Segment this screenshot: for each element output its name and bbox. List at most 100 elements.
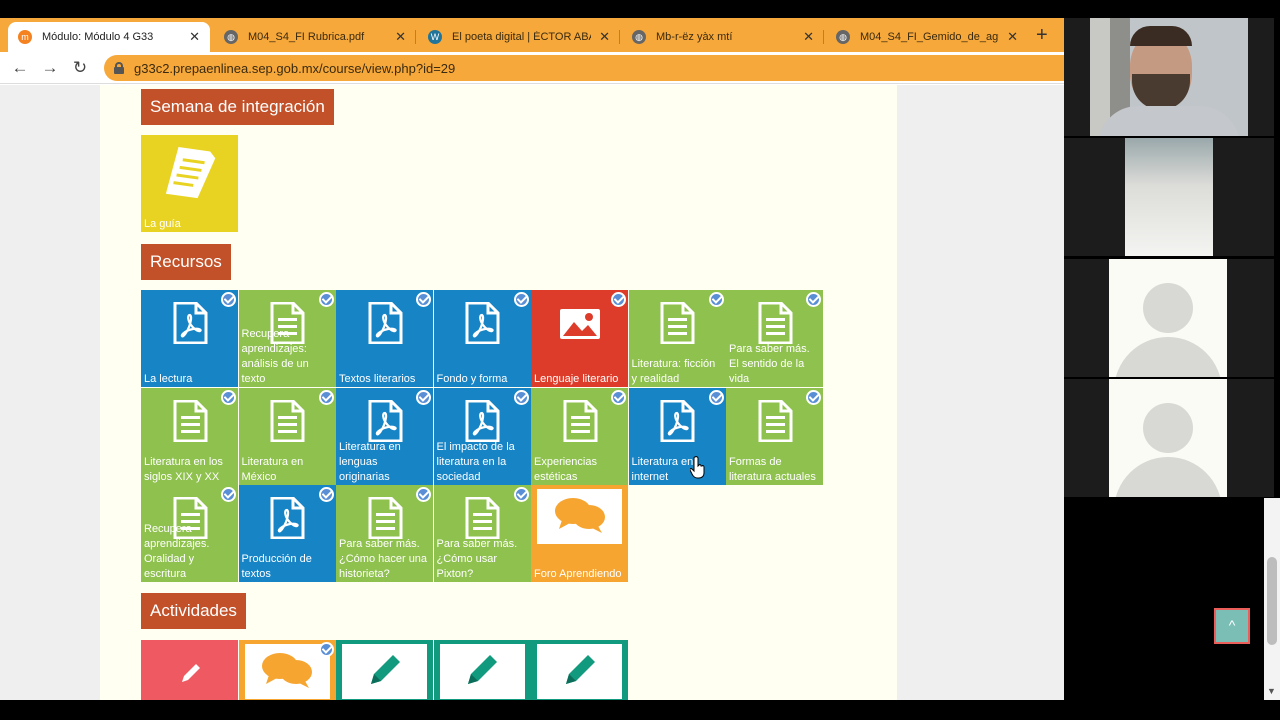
tile-label: Literatura en lenguas originarias [339,440,401,483]
resource-tile[interactable]: Recupera aprendizajes: análisis de un te… [238,290,336,387]
resource-tile[interactable]: Recupera aprendizajes. Oralidad y escrit… [141,485,238,582]
scroll-down-arrow-icon[interactable]: ▼ [1267,686,1276,696]
completed-check-icon[interactable] [708,292,724,307]
resource-tile[interactable]: Producción de textos [238,485,336,582]
guide-icon [161,143,219,210]
pencil-icon [560,650,600,695]
tile-label: Foro Aprendiendo [534,568,622,580]
resource-tile[interactable]: El impacto de la literatura en la socied… [433,387,531,485]
participant-camera [1125,138,1213,256]
avatar [1109,259,1227,377]
completed-check-icon[interactable] [318,642,334,657]
resource-tile[interactable]: Para saber más. ¿Cómo hacer una historie… [336,485,433,582]
avatar [1109,379,1227,497]
course-page: Semana de integración Recursos Actividad… [0,85,1064,700]
pdf-icon [269,496,305,544]
completed-check-icon[interactable] [221,487,236,502]
completed-check-icon[interactable] [318,389,334,405]
tile-la-guia[interactable]: La guía [141,135,238,232]
section-title-recursos: Recursos [141,244,231,280]
tile-label: Producción de textos [241,553,312,580]
close-tab-icon[interactable]: ✕ [395,29,406,45]
completed-check-icon[interactable] [806,292,821,307]
pdf-icon [659,399,695,447]
reload-button[interactable]: ↻ [69,57,91,79]
resource-tile[interactable]: Formas de literatura actuales [726,387,823,485]
resource-tile[interactable]: Literatura en México [238,387,336,485]
close-tab-icon[interactable]: ✕ [599,29,610,45]
tile-label: Fondo y forma [436,373,508,385]
pencil-icon [365,650,405,695]
scrollbar-thumb[interactable] [1267,557,1277,645]
tile-label: La lectura [144,373,193,385]
completed-check-icon[interactable] [416,389,431,405]
activity-tile[interactable]: Foro de [238,640,336,700]
completed-check-icon[interactable] [318,487,334,502]
completed-check-icon[interactable] [221,292,236,307]
resource-tile[interactable]: Literatura en los siglos XIX y XX [141,387,238,485]
forward-button[interactable]: → [39,57,61,79]
resource-tile[interactable]: Foro Aprendiendo [531,485,628,582]
url-field[interactable]: g33c2.prepaenlinea.sep.gob.mx/course/vie… [104,55,1064,81]
hand-cursor-icon [690,456,705,479]
resource-tile[interactable]: Experiencias estéticas [531,387,628,485]
close-tab-icon[interactable]: ✕ [189,29,200,45]
new-tab-button[interactable]: + [1036,22,1048,48]
resource-tile[interactable]: Lenguaje literario [531,290,628,387]
activity-tile[interactable]: Actividad [336,640,433,700]
participant-video-3 [1064,259,1274,377]
completed-check-icon[interactable] [611,292,626,307]
lock-icon [114,62,124,74]
tab-modulo[interactable]: m Módulo: Módulo 4 G33 ✕ [8,22,210,52]
completed-check-icon[interactable] [416,487,431,502]
tile-label: Literatura: ficción y realidad [631,358,716,385]
activity-tile[interactable] [531,640,628,700]
document-icon [269,399,305,447]
activity-tile[interactable]: Actividad formativa 8 [433,640,531,700]
section-title-integracion: Semana de integración [141,89,334,125]
completed-check-icon[interactable] [708,389,724,405]
participant-video-1 [1064,18,1274,136]
resource-tile[interactable]: Literatura en lenguas originarias [336,387,433,485]
wordpress-icon: W [428,30,442,44]
resource-tile[interactable]: Para saber más. El sentido de la vida [726,290,823,387]
resource-tile[interactable]: Literatura en internet [628,387,726,485]
resource-tile[interactable]: Para saber más. ¿Cómo usar Pixton? [433,485,531,582]
document-icon [562,399,598,447]
completed-check-icon[interactable] [221,389,236,405]
activity-tile[interactable]: Proyecto integrador. La [141,640,238,700]
tile-label: La guía [144,218,181,230]
completed-check-icon[interactable] [513,487,529,502]
top-black-strip [0,0,1064,18]
globe-icon: ◍ [224,30,238,44]
globe-icon: ◍ [836,30,850,44]
tile-label: Literatura en internet [631,455,694,483]
back-to-top-button[interactable]: ^ [1214,608,1250,644]
resource-tile[interactable]: Literatura: ficción y realidad [628,290,726,387]
resource-tile[interactable]: Textos literarios [336,290,433,387]
completed-check-icon[interactable] [416,292,431,307]
browser-window: m Módulo: Módulo 4 G33 ✕ ◍ M04_S4_FI Rub… [0,0,1064,720]
resource-tile[interactable]: Fondo y forma [433,290,531,387]
close-tab-icon[interactable]: ✕ [803,29,814,45]
completed-check-icon[interactable] [806,389,821,405]
completed-check-icon[interactable] [318,292,334,307]
tab-mbrez[interactable]: ◍ Mb-r-ëz yàx mtí ✕ [622,22,824,52]
completed-check-icon[interactable] [513,292,529,307]
close-tab-icon[interactable]: ✕ [1007,29,1018,45]
document-icon [172,399,208,447]
completed-check-icon[interactable] [513,389,529,405]
tab-poeta-digital[interactable]: W El poeta digital | ÉCTOR ABAD ✕ [418,22,620,52]
back-button[interactable]: ← [9,57,31,79]
participant-video-4 [1064,379,1274,497]
section-title-actividades: Actividades [141,593,246,629]
tab-rubrica[interactable]: ◍ M04_S4_FI Rubrica.pdf ✕ [214,22,416,52]
tile-label: Lenguaje literario [534,373,619,385]
tile-label: Para saber más. ¿Cómo usar Pixton? [436,538,518,580]
resource-tile[interactable]: La lectura [141,290,238,387]
moodle-icon: m [18,30,32,44]
tile-label: Literatura en México [241,455,304,483]
completed-check-icon[interactable] [611,389,626,405]
tab-gemido[interactable]: ◍ M04_S4_FI_Gemido_de_aguil ✕ [826,22,1028,52]
tab-bar: m Módulo: Módulo 4 G33 ✕ ◍ M04_S4_FI Rub… [0,18,1064,52]
